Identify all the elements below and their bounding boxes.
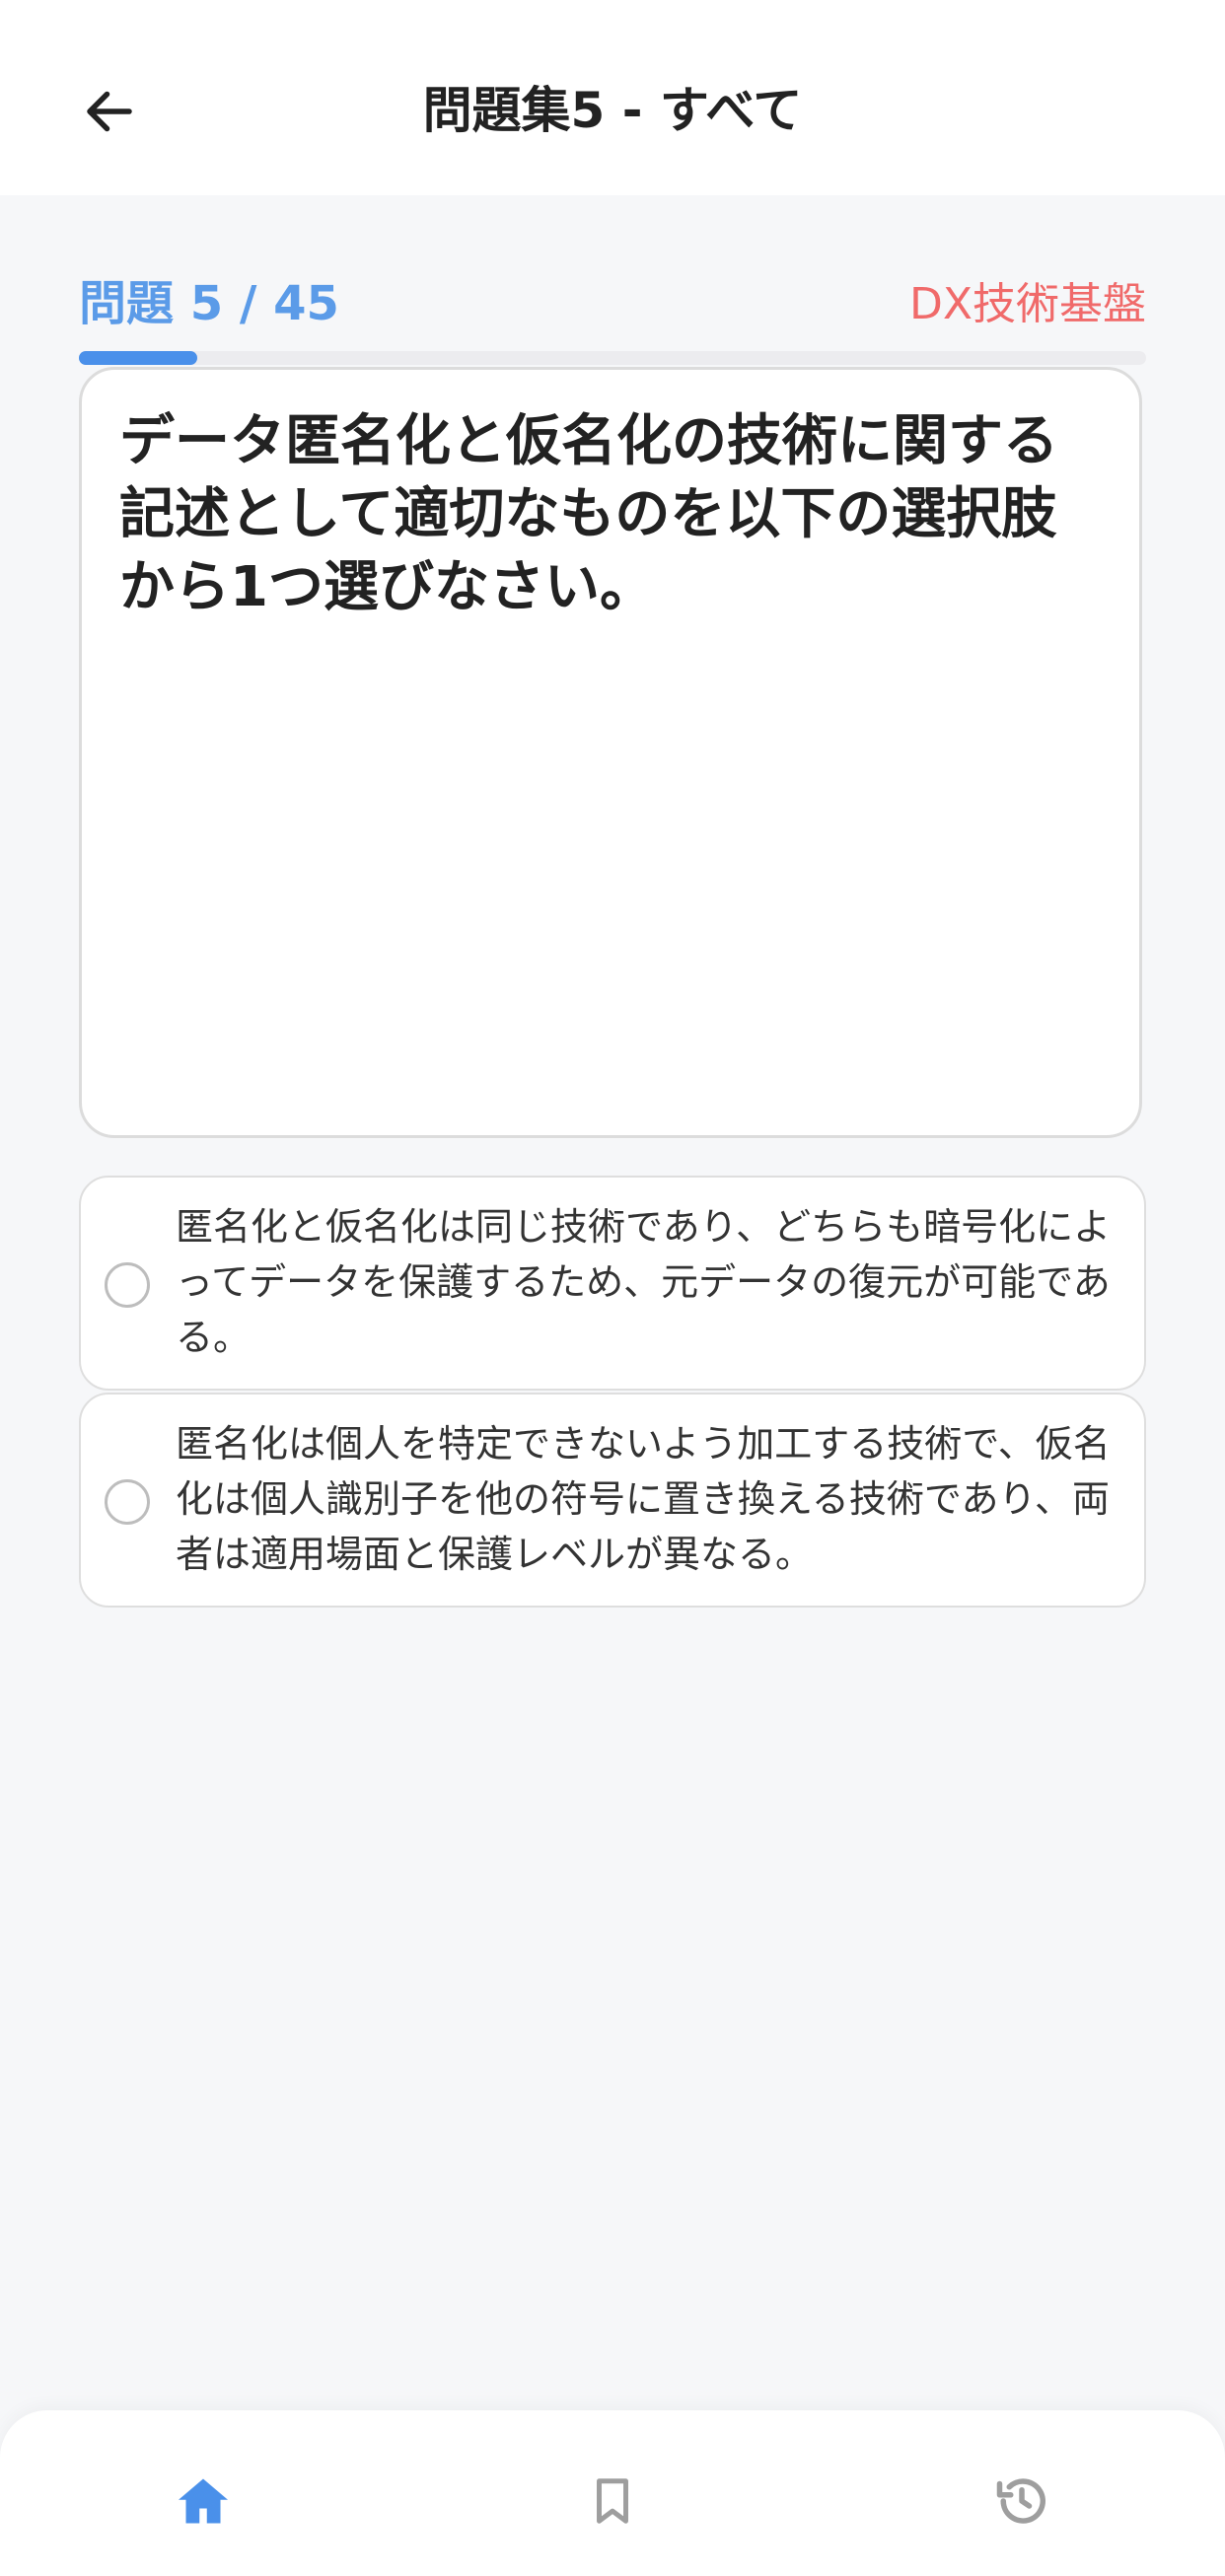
home-icon xyxy=(179,2478,228,2524)
radio-button[interactable] xyxy=(105,1479,150,1525)
app-header: 問題集5 - すべて xyxy=(0,0,1225,195)
question-card: データ匿名化と仮名化の技術に関する記述として適切なものを以下の選択肢から1つ選び… xyxy=(79,367,1142,1138)
nav-home-button[interactable] xyxy=(164,2462,243,2540)
progress-bar-fill xyxy=(79,351,198,365)
history-icon xyxy=(996,2478,1045,2524)
nav-history-button[interactable] xyxy=(982,2462,1061,2540)
bookmark-icon xyxy=(597,2478,628,2524)
answer-option-text: 匿名化と仮名化は同じ技術であり、どちらも暗号化によってデータを保護するため、元デ… xyxy=(176,1205,1112,1359)
progress-bar xyxy=(79,351,1146,365)
question-text: データ匿名化と仮名化の技術に関する記述として適切なものを以下の選択肢から1つ選び… xyxy=(119,409,1058,619)
answer-option-text: 匿名化は個人を特定できないよう加工する技術で、仮名化は個人識別子を他の符号に置き… xyxy=(176,1422,1111,1576)
category-label: DX技術基盤 xyxy=(908,279,1146,329)
nav-bookmark-button[interactable] xyxy=(573,2462,652,2540)
radio-button[interactable] xyxy=(105,1262,150,1308)
answer-option-2[interactable]: 匿名化は個人を特定できないよう加工する技術で、仮名化は個人識別子を他の符号に置き… xyxy=(79,1393,1146,1608)
page-title: 問題集5 - すべて xyxy=(422,82,803,139)
bottom-navigation xyxy=(0,2410,1225,2576)
question-progress-label: 問題 5 / 45 xyxy=(79,276,339,331)
answer-option-1[interactable]: 匿名化と仮名化は同じ技術であり、どちらも暗号化によってデータを保護するため、元デ… xyxy=(79,1176,1146,1391)
